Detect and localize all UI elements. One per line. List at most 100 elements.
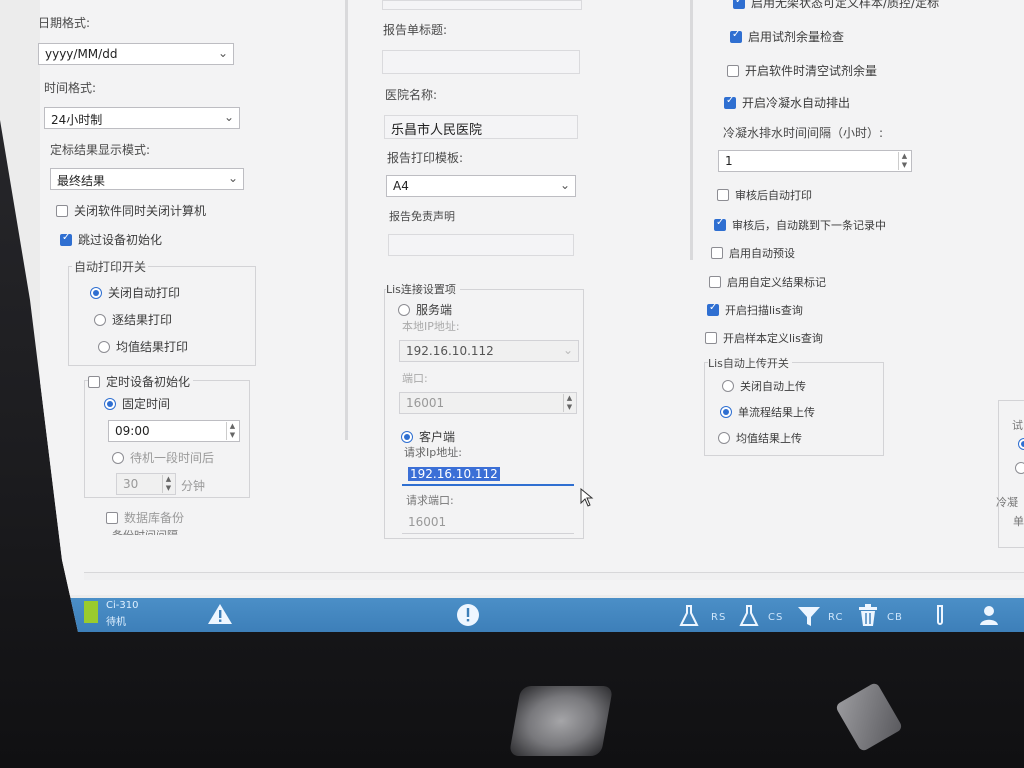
custom-mark-checkbox[interactable]: 启用自定义结果标记	[709, 274, 826, 290]
rs-label: RS	[711, 612, 727, 623]
checkbox-icon	[717, 189, 729, 201]
skip-init-checkbox[interactable]: 跳过设备初始化	[60, 231, 162, 248]
condensate-label: 开启冷凝水自动排出	[742, 96, 851, 110]
funnel-icon[interactable]	[796, 604, 822, 628]
jump-next-checkbox[interactable]: 审核后，自动跳到下一条记录中	[714, 217, 886, 233]
port-label: 端口:	[402, 372, 428, 385]
flask-cs-icon[interactable]	[738, 604, 760, 628]
auto-print-option-label: 关闭自动打印	[108, 286, 181, 300]
scan-lis-label: 开启扫描lis查询	[725, 304, 803, 317]
fixed-time-radio[interactable]: 固定时间	[104, 395, 170, 412]
radio-icon	[98, 340, 110, 353]
report-subtitle-input[interactable]	[382, 50, 580, 74]
mouse-cursor-icon	[580, 488, 594, 507]
lis-upload-title: Lis自动上传开关	[708, 355, 792, 371]
jump-next-label: 审核后，自动跳到下一条记录中	[732, 219, 886, 232]
alert-circle-icon[interactable]	[456, 603, 480, 627]
timed-init-checkbox[interactable]: 定时设备初始化	[88, 373, 194, 390]
spinner-icon[interactable]: ▲ ▼	[898, 152, 910, 170]
radio-icon	[722, 380, 734, 392]
report-title-input[interactable]	[382, 0, 582, 10]
fixed-time-label: 固定时间	[122, 397, 171, 411]
radio-icon	[718, 432, 730, 444]
standby-minutes-input[interactable]: 30 ▲ ▼	[116, 473, 176, 495]
top-cut-checkbox[interactable]: 启用无架状态可定义样本/质控/定标	[733, 0, 939, 11]
server-radio[interactable]: 服务端	[398, 301, 452, 318]
checkbox-checked-icon	[733, 0, 745, 9]
chevron-down-icon: ⌄	[559, 178, 570, 192]
lis-upload-option-off[interactable]: 关闭自动上传	[722, 378, 806, 394]
time-format-select[interactable]: 24小时制 ⌄	[44, 107, 240, 129]
test-tube-icon[interactable]	[932, 604, 948, 628]
radio-icon[interactable]	[1015, 462, 1024, 474]
clear-reagent-checkbox[interactable]: 开启软件时清空试剂余量	[727, 62, 877, 79]
radio-selected-icon	[104, 397, 116, 410]
hospital-input[interactable]: 乐昌市人民医院	[384, 115, 578, 139]
port-value: 16001	[406, 396, 445, 410]
auto-print-option-off[interactable]: 关闭自动打印	[90, 284, 180, 301]
checkbox-checked-icon	[60, 232, 72, 246]
fixed-time-input[interactable]: 09:00 ▲ ▼	[108, 420, 240, 442]
trash-icon[interactable]	[856, 602, 880, 628]
lis-upload-option-mean[interactable]: 均值结果上传	[718, 430, 802, 446]
fixed-time-value: 09:00	[115, 424, 150, 438]
sample-lis-checkbox[interactable]: 开启样本定义lis查询	[705, 330, 823, 346]
status-bar: Ci-310 待机 RS CS RC CB	[0, 598, 1024, 632]
local-ip-value: 192.16.10.112	[406, 344, 494, 358]
template-value: A4	[393, 179, 409, 193]
result-mode-label: 定标结果显示模式:	[50, 143, 151, 157]
panel-bottom-edge	[84, 572, 1024, 580]
spinner-icon[interactable]: ▲ ▼	[226, 422, 238, 440]
date-format-select[interactable]: yyyy/MM/dd ⌄	[38, 43, 234, 65]
condensate-checkbox[interactable]: 开启冷凝水自动排出	[724, 94, 850, 111]
request-port-input[interactable]: 16001	[402, 512, 574, 534]
checkbox-icon	[711, 247, 723, 259]
spinner-icon[interactable]: ▲ ▼	[162, 475, 174, 493]
hospital-value: 乐昌市人民医院	[391, 123, 483, 138]
disclaimer-input[interactable]	[388, 234, 574, 256]
user-icon[interactable]	[978, 604, 1000, 626]
auto-print-option-mean[interactable]: 均值结果打印	[98, 338, 188, 355]
timed-init-label: 定时设备初始化	[106, 375, 191, 389]
db-backup-checkbox[interactable]: 数据库备份	[106, 509, 184, 526]
close-pc-checkbox[interactable]: 关闭软件同时关闭计算机	[56, 202, 206, 219]
client-radio[interactable]: 客户端	[401, 428, 455, 445]
checkbox-icon	[727, 64, 739, 77]
standby-radio[interactable]: 待机一段时间后	[112, 449, 214, 466]
port-input[interactable]: 16001 ▲ ▼	[399, 392, 577, 414]
result-mode-select[interactable]: 最终结果 ⌄	[50, 168, 244, 190]
checkbox-icon	[106, 511, 118, 524]
reagent-check-checkbox[interactable]: 启用试剂余量检查	[730, 28, 844, 45]
condensate-interval-input[interactable]: 1 ▲ ▼	[718, 150, 912, 172]
warning-icon[interactable]	[207, 603, 233, 625]
lis-upload-option-single[interactable]: 单流程结果上传	[720, 404, 815, 420]
spinner-icon[interactable]: ▲ ▼	[563, 394, 575, 412]
rc-label: RC	[828, 612, 844, 623]
auto-print-title: 自动打印开关	[72, 258, 149, 275]
flask-rs-icon[interactable]	[678, 604, 700, 628]
local-ip-select[interactable]: 192.16.10.112 ⌄	[399, 340, 579, 362]
db-backup-label: 数据库备份	[124, 511, 185, 525]
far-right-fragment: 冷凝	[996, 496, 1018, 509]
chevron-down-icon: ⌄	[223, 110, 234, 124]
server-label: 服务端	[416, 303, 453, 317]
checkbox-icon	[88, 375, 100, 388]
radio-icon	[94, 313, 106, 326]
lis-upload-option-label: 单流程结果上传	[738, 406, 815, 419]
chevron-down-icon: ⌄	[562, 343, 573, 357]
checkbox-icon	[56, 204, 68, 217]
auto-preset-checkbox[interactable]: 启用自动预设	[711, 245, 795, 261]
template-select[interactable]: A4 ⌄	[386, 175, 576, 197]
checkbox-checked-icon	[730, 29, 742, 43]
auto-print-review-checkbox[interactable]: 审核后自动打印	[717, 187, 812, 203]
lis-upload-option-label: 关闭自动上传	[740, 380, 806, 393]
checkbox-checked-icon	[714, 217, 726, 231]
radio-selected-icon[interactable]	[1018, 438, 1024, 450]
request-ip-input[interactable]: 192.16.10.112	[402, 464, 574, 486]
minutes-unit: 分钟	[181, 479, 206, 493]
auto-print-option-each[interactable]: 逐结果打印	[94, 311, 172, 328]
radio-icon	[112, 451, 124, 464]
local-ip-label: 本地IP地址:	[402, 320, 460, 333]
scan-lis-checkbox[interactable]: 开启扫描lis查询	[707, 302, 803, 318]
radio-icon	[398, 303, 410, 316]
